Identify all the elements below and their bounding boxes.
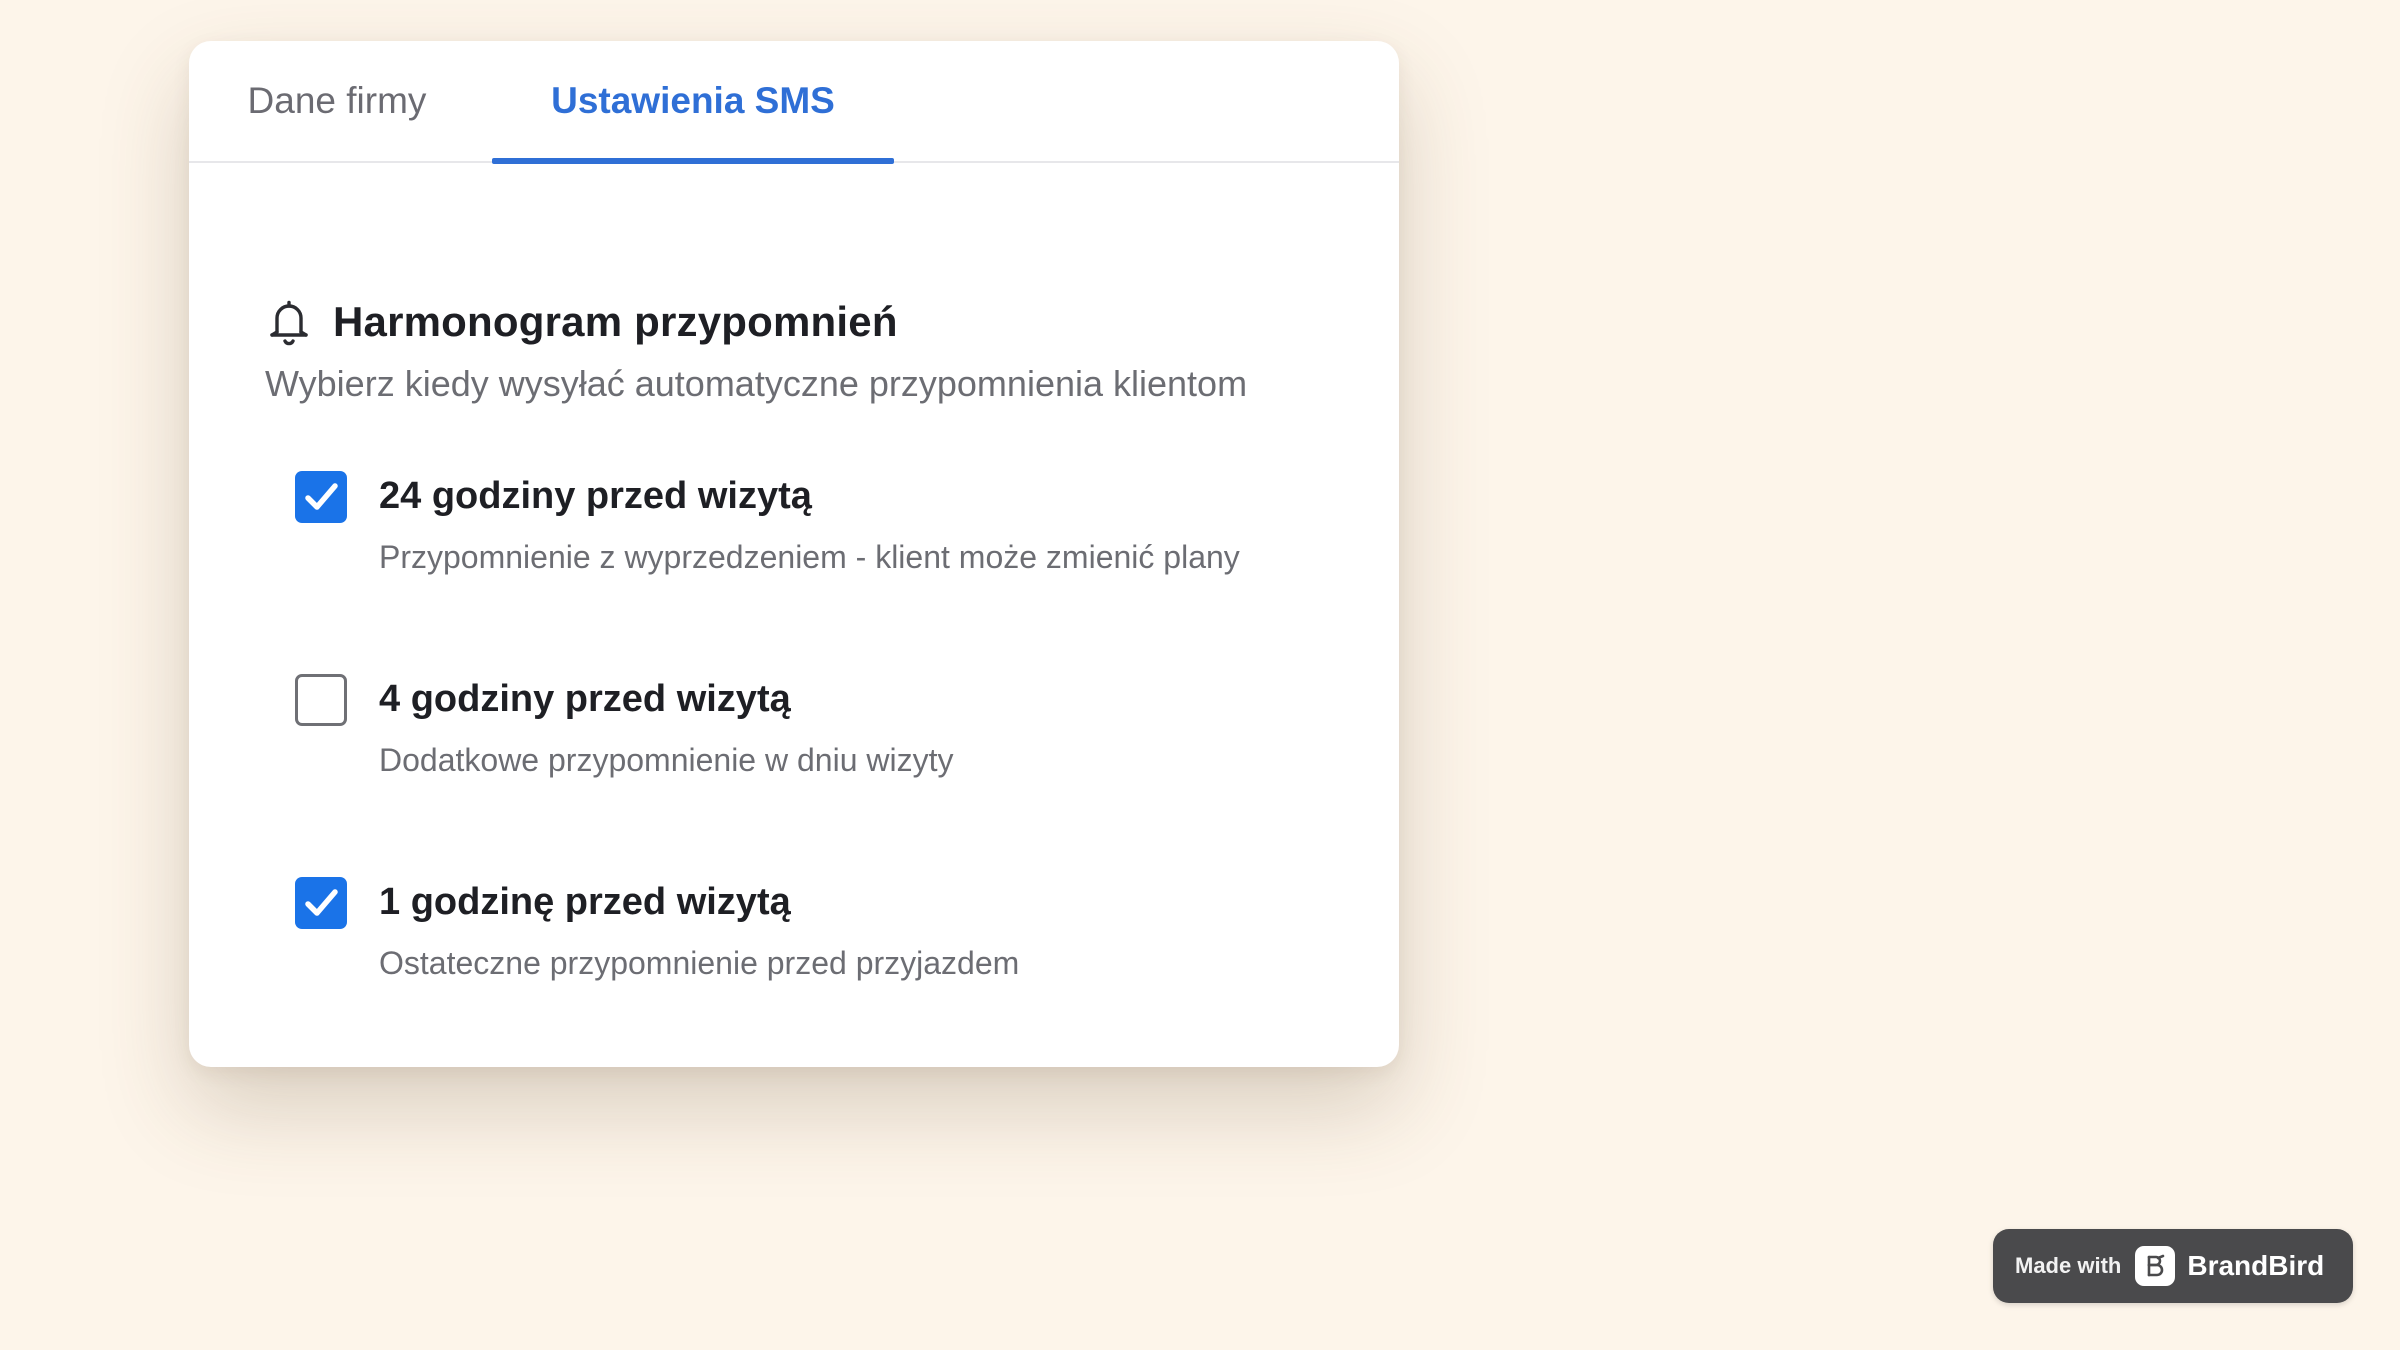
tab-bar: Dane firmy Ustawienia SMS <box>189 41 1399 164</box>
tab-company-data[interactable]: Dane firmy <box>189 41 485 161</box>
reminder-option-1h[interactable]: 1 godzinę przed wizytą Ostateczne przypo… <box>295 877 1345 997</box>
reminder-label-4h: 4 godziny przed wizytą <box>379 678 791 720</box>
checkmark-icon <box>305 483 338 510</box>
reminder-description-24h: Przypomnienie z wyprzedzeniem - klient m… <box>379 539 1240 575</box>
reminder-checkbox-24h[interactable] <box>295 471 347 523</box>
bell-icon <box>270 300 308 346</box>
reminder-checkbox-1h[interactable] <box>295 877 347 929</box>
tab-company-data-label: Dane firmy <box>247 80 427 121</box>
section-subtitle: Wybierz kiedy wysyłać automatyczne przyp… <box>265 363 1248 404</box>
reminder-description-4h: Dodatkowe przypomnienie w dniu wizyty <box>379 742 954 778</box>
reminder-option-24h[interactable]: 24 godziny przed wizytą Przypomnienie z … <box>295 471 1345 591</box>
reminder-label-24h: 24 godziny przed wizytą <box>379 475 812 517</box>
brandbird-badge[interactable]: Made with BrandBird <box>1993 1229 2353 1303</box>
checkmark-icon <box>305 889 338 916</box>
reminder-option-4h[interactable]: 4 godziny przed wizytą Dodatkowe przypom… <box>295 674 1345 794</box>
section-header: Harmonogram przypomnień <box>265 287 898 357</box>
tab-sms-settings-label: Ustawienia SMS <box>551 80 835 121</box>
brandbird-logo-icon <box>2135 1246 2176 1286</box>
settings-card: Dane firmy Ustawienia SMS Harmonogram pr… <box>189 41 1399 1067</box>
active-tab-indicator <box>492 158 894 164</box>
reminder-checkbox-4h[interactable] <box>295 674 347 726</box>
tab-sms-settings[interactable]: Ustawienia SMS <box>492 41 894 161</box>
reminder-description-1h: Ostateczne przypomnienie przed przyjazde… <box>379 945 1020 981</box>
badge-made-with: Made with <box>2015 1253 2122 1278</box>
section-title: Harmonogram przypomnień <box>333 298 898 345</box>
badge-brand-name: BrandBird <box>2187 1250 2325 1281</box>
reminder-label-1h: 1 godzinę przed wizytą <box>379 881 791 923</box>
